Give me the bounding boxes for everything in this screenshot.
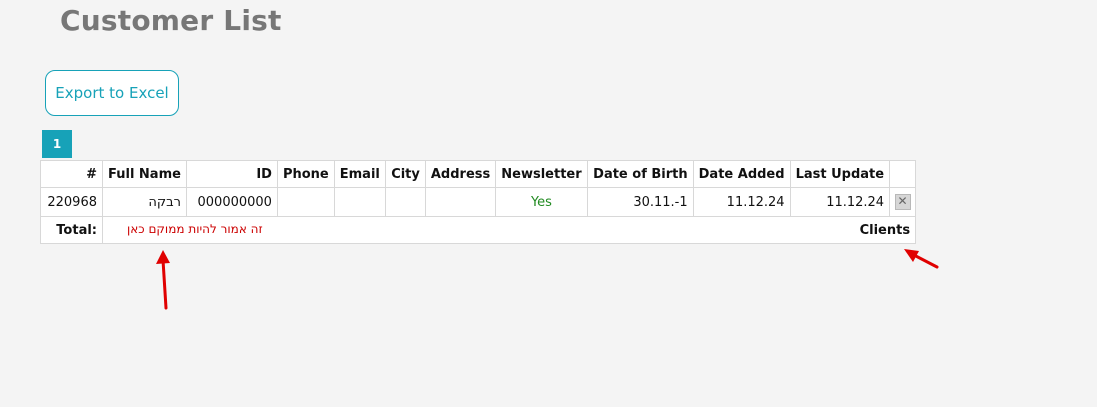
cell-id: 000000000	[185, 187, 278, 217]
column-header-address[interactable]: Address	[424, 160, 497, 188]
cell-phone	[276, 187, 335, 217]
cell-date-of-birth: 30.11.-1	[586, 187, 694, 217]
column-header-date-of-birth[interactable]: Date of Birth	[586, 160, 694, 188]
clients-summary: זה אמור להיות ממוקם כאן Clients	[101, 216, 917, 244]
export-excel-button[interactable]: Export to Excel	[45, 70, 179, 116]
table-header-row: # Full Name ID Phone Email City Address …	[40, 160, 917, 188]
cell-last-update: 11.12.24	[789, 187, 891, 217]
clients-label: Clients	[859, 222, 911, 238]
total-label: Total:	[40, 216, 103, 244]
table-row[interactable]: 220968 רבקה 000000000 Yes 30.11.-1 11.12…	[40, 187, 917, 217]
cell-number: 220968	[40, 187, 103, 217]
column-header-actions	[889, 160, 917, 188]
column-header-email[interactable]: Email	[333, 160, 386, 188]
annotation-arrow-left	[904, 249, 939, 269]
annotation-note: זה אמור להיות ממוקם כאן	[127, 222, 263, 236]
delete-icon[interactable]: ✕	[894, 194, 911, 210]
column-header-newsletter[interactable]: Newsletter	[495, 160, 588, 188]
customer-table: # Full Name ID Phone Email City Address …	[40, 160, 917, 244]
cell-delete: ✕	[889, 187, 917, 217]
cell-address	[424, 187, 497, 217]
cell-city	[384, 187, 426, 217]
annotation-arrow-up	[156, 250, 170, 310]
pagination: 1	[42, 130, 72, 158]
cell-newsletter: Yes	[495, 187, 588, 217]
page: Customer List Export to Excel 1 # Full N…	[0, 0, 1097, 407]
column-header-last-update[interactable]: Last Update	[789, 160, 891, 188]
table-footer-row: Total: זה אמור להיות ממוקם כאן Clients	[40, 216, 917, 244]
column-header-date-added[interactable]: Date Added	[692, 160, 791, 188]
cell-full-name: רבקה	[102, 187, 187, 217]
cell-date-added: 11.12.24	[692, 187, 791, 217]
column-header-number[interactable]: #	[40, 160, 103, 188]
column-header-id[interactable]: ID	[185, 160, 278, 188]
cell-email	[333, 187, 386, 217]
column-header-city[interactable]: City	[384, 160, 426, 188]
column-header-full-name[interactable]: Full Name	[102, 160, 187, 188]
page-1-button[interactable]: 1	[42, 130, 72, 158]
column-header-phone[interactable]: Phone	[276, 160, 335, 188]
page-title: Customer List	[60, 4, 282, 37]
